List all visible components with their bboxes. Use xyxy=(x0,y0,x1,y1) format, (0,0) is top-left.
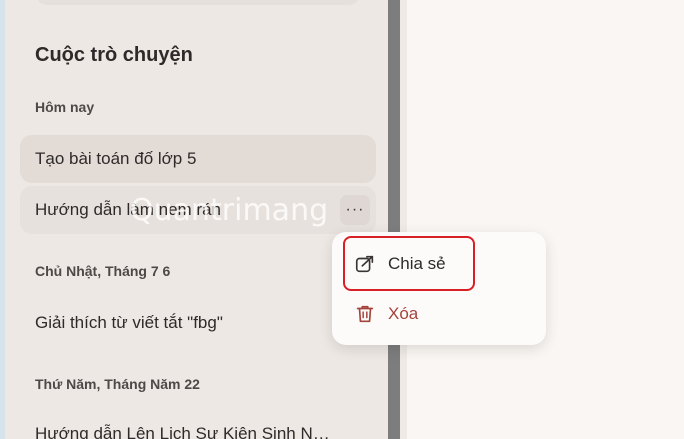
delete-menu-item[interactable]: Xóa xyxy=(344,294,534,334)
sidebar-resize-handle[interactable] xyxy=(388,0,400,439)
highlight-box xyxy=(343,236,475,291)
chat-item-title: Tạo bài toán đố lớp 5 xyxy=(35,149,197,168)
chat-item-title: Giải thích từ viết tắt "fbg" xyxy=(35,313,223,332)
chat-item[interactable]: Hướng dẫn làm nem rán ··· xyxy=(20,186,376,234)
main-content-area xyxy=(407,0,684,439)
trash-icon xyxy=(356,305,374,323)
chat-item[interactable]: Hướng dẫn Lên Lịch Sự Kiện Sinh N… xyxy=(20,410,376,439)
section-title: Cuộc trò chuyện xyxy=(35,44,193,66)
conversation-sidebar: Cuộc trò chuyện Hôm nay Tạo bài toán đố … xyxy=(5,0,388,439)
group-label-thursday: Thứ Năm, Tháng Năm 22 xyxy=(35,376,200,392)
group-label-today: Hôm nay xyxy=(35,99,95,115)
chat-item-title: Hướng dẫn làm nem rán xyxy=(35,200,222,219)
chat-item[interactable]: Tạo bài toán đố lớp 5 xyxy=(20,135,376,183)
chat-item[interactable]: Giải thích từ viết tắt "fbg" xyxy=(20,299,376,347)
sidebar-top-box[interactable] xyxy=(35,0,361,5)
sidebar-divider xyxy=(400,0,407,439)
more-icon: ··· xyxy=(345,201,365,218)
group-label-sunday: Chủ Nhật, Tháng 7 6 xyxy=(35,263,171,279)
delete-label: Xóa xyxy=(388,304,419,323)
more-options-button[interactable]: ··· xyxy=(340,195,370,225)
chat-item-title: Hướng dẫn Lên Lịch Sự Kiện Sinh N… xyxy=(35,424,330,439)
